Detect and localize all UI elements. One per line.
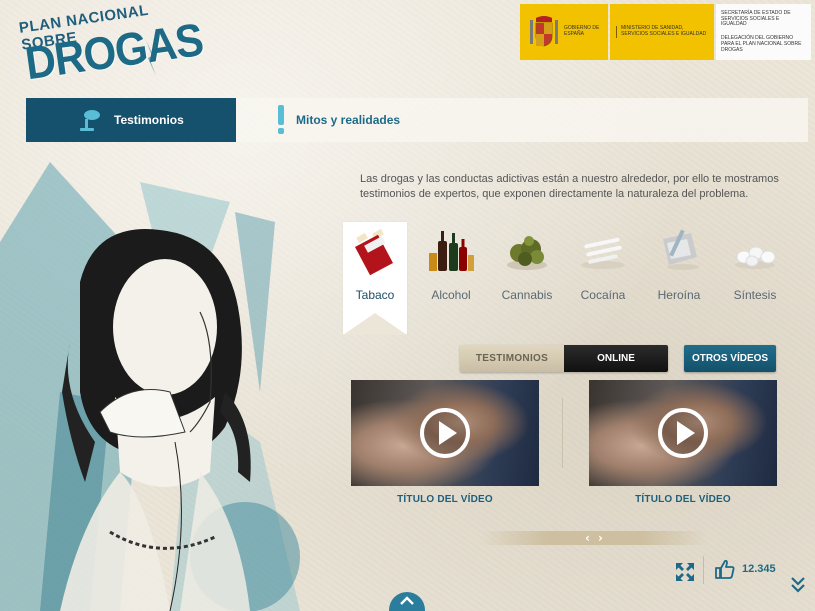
- foil-syringe-icon: [663, 229, 699, 270]
- gobierno-block: GOBIERNO DE ESPAÑA: [520, 4, 608, 60]
- logo-splash-icon: [146, 40, 156, 76]
- video-title-2[interactable]: TÍTULO DEL VÍDEO: [589, 494, 777, 505]
- category-alcohol-label: Alcohol: [431, 288, 471, 302]
- category-tabaco[interactable]: Tabaco: [343, 222, 407, 335]
- video-title-1[interactable]: TÍTULO DEL VÍDEO: [351, 494, 539, 505]
- category-tabaco-label: Tabaco: [355, 288, 395, 302]
- drug-categories: Tabaco Alcohol Cannabis Cocaína Heroína …: [343, 222, 803, 335]
- category-heroina-label: Heroína: [657, 288, 701, 302]
- main-tabs: Testimonios Mitos y realidades: [26, 98, 808, 142]
- scroll-up-button[interactable]: [389, 592, 425, 611]
- category-sintesis[interactable]: Síntesis: [723, 222, 787, 312]
- category-cannabis[interactable]: Cannabis: [495, 222, 559, 312]
- microphone-icon: [80, 110, 100, 131]
- scroll-down-icon[interactable]: [790, 576, 806, 594]
- ministerio-text: MINISTERIO DE SANIDAD, SERVICIOS SOCIALE…: [616, 25, 708, 38]
- category-cannabis-label: Cannabis: [501, 288, 553, 302]
- ministerio-block: MINISTERIO DE SANIDAD, SERVICIOS SOCIALE…: [610, 4, 714, 60]
- video-thumbnail-1[interactable]: [351, 380, 539, 486]
- thumbs-up-icon: [715, 559, 735, 579]
- video-pager: ‹ ›: [480, 531, 708, 545]
- government-banner: GOBIERNO DE ESPAÑA MINISTERIO DE SANIDAD…: [520, 4, 811, 60]
- pills-icon: [735, 246, 776, 269]
- cigarette-pack-icon: [355, 228, 393, 275]
- delegacion-text: DELEGACIÓN DEL GOBIERNO PARA EL PLAN NAC…: [721, 35, 802, 53]
- play-icon[interactable]: [657, 407, 709, 459]
- toggle-online[interactable]: ONLINE: [564, 345, 668, 372]
- tab-mitos-label: Mitos y realidades: [296, 113, 401, 127]
- intro-text: Las drogas y las conductas adictivas est…: [360, 173, 779, 200]
- expand-icon[interactable]: [675, 562, 695, 582]
- video-type-toggle: TESTIMONIOS ONLINE: [460, 345, 668, 372]
- category-alcohol[interactable]: Alcohol: [419, 222, 483, 312]
- controls-separator: [703, 556, 704, 584]
- video-thumbnail-2[interactable]: [589, 380, 777, 486]
- chevron-up-icon: [400, 596, 414, 605]
- powder-lines-icon: [581, 237, 625, 269]
- video-divider: [562, 398, 563, 468]
- category-cocaina[interactable]: Cocaína: [571, 222, 635, 312]
- tab-testimonios[interactable]: Testimonios: [26, 98, 236, 142]
- exclamation-icon: [278, 105, 284, 134]
- gobierno-text: GOBIERNO DE ESPAÑA: [564, 25, 600, 37]
- toggle-testimonios[interactable]: TESTIMONIOS: [460, 345, 564, 372]
- plan-nacional-logo[interactable]: PLAN NACIONAL SOBRE DROGAS: [14, 2, 206, 89]
- secretaria-text: SECRETARÍA DE ESTADO DE SERVICIOS SOCIAL…: [721, 9, 791, 28]
- cannabis-icon: [507, 236, 547, 270]
- play-icon[interactable]: [419, 407, 471, 459]
- category-heroina[interactable]: Heroína: [647, 222, 711, 312]
- tab-mitos-realidades[interactable]: Mitos y realidades: [236, 98, 808, 142]
- prev-arrow-icon[interactable]: ‹: [585, 531, 590, 545]
- like-button[interactable]: 12.345: [714, 558, 776, 580]
- hero-illustration: [0, 162, 300, 611]
- otros-videos-button[interactable]: OTROS VÍDEOS: [684, 345, 776, 372]
- delegacion-block: SECRETARÍA DE ESTADO DE SERVICIOS SOCIAL…: [716, 4, 811, 60]
- bottles-icon: [429, 231, 474, 271]
- category-sintesis-label: Síntesis: [733, 288, 777, 302]
- coat-of-arms-icon: [530, 16, 558, 47]
- next-arrow-icon[interactable]: ›: [598, 531, 603, 545]
- tab-testimonios-label: Testimonios: [114, 113, 184, 127]
- category-cocaina-label: Cocaína: [580, 288, 626, 302]
- like-count: 12.345: [742, 563, 776, 575]
